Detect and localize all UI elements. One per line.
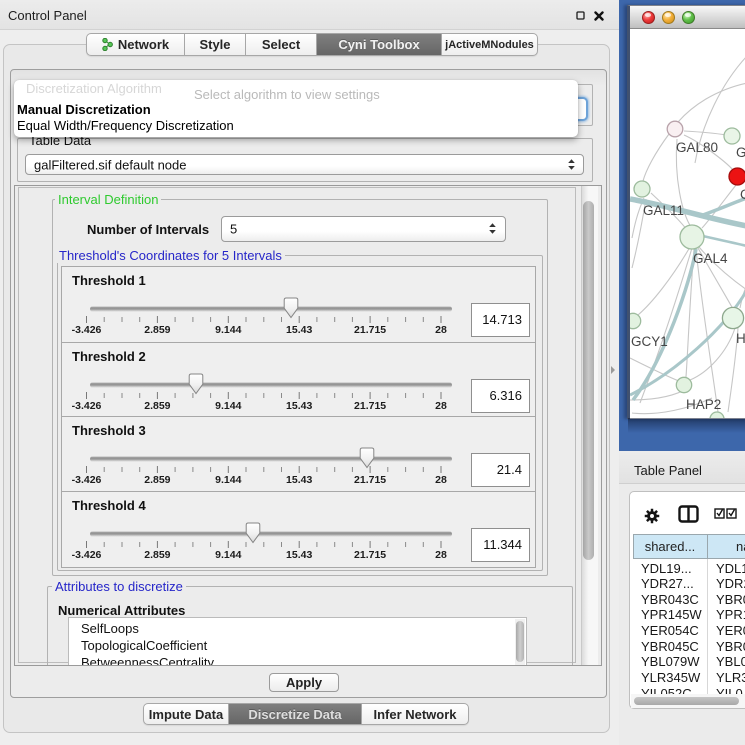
svg-text:GA: GA (736, 145, 745, 160)
svg-text:GCY1: GCY1 (631, 334, 668, 349)
svg-text:GAL11: GAL11 (643, 203, 684, 218)
svg-text:C: C (740, 187, 745, 202)
svg-text:HAP2: HAP2 (686, 397, 721, 412)
svg-text:GAL80: GAL80 (676, 140, 718, 155)
svg-text:H: H (736, 331, 745, 346)
svg-text:GAL4: GAL4 (693, 251, 728, 266)
